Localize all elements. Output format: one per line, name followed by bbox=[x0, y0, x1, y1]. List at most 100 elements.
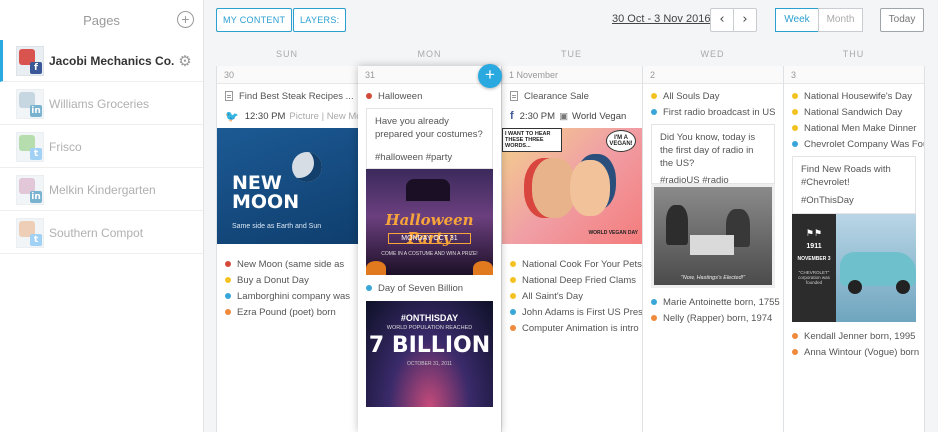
today-button[interactable]: Today bbox=[880, 8, 924, 32]
post-header[interactable]: f 2:30 PM ▣ World Vegan bbox=[502, 106, 642, 126]
event-item[interactable]: Lamborghini company was bbox=[217, 288, 358, 304]
gear-icon[interactable]: ⚙ bbox=[177, 53, 193, 69]
event-label: Halloween bbox=[378, 90, 423, 102]
event-dot bbox=[366, 93, 372, 99]
event-item[interactable]: Clearance Sale bbox=[502, 88, 642, 104]
event-item[interactable]: Anna Wintour (Vogue) born bbox=[784, 344, 924, 360]
image-caption: COME IN A COSTUME AND WIN A PRIZE! bbox=[381, 251, 478, 257]
event-item[interactable]: New Moon (same side as bbox=[217, 256, 358, 272]
event-item[interactable]: Chevrolet Company Was Fou bbox=[784, 136, 924, 152]
post-hashtags: #halloween #party bbox=[375, 152, 453, 163]
event-dot bbox=[510, 325, 516, 331]
page-item-frisco[interactable]: t Frisco bbox=[0, 126, 203, 168]
next-week-button[interactable]: › bbox=[733, 8, 757, 32]
post-image[interactable]: I WANT TO HEAR THESE THREE WORDS... I'M … bbox=[502, 128, 642, 244]
event-item[interactable]: Find Best Steak Recipes ... bbox=[217, 88, 358, 104]
page-item-williams[interactable]: in Williams Groceries bbox=[0, 83, 203, 125]
image-caption: Same side as Earth and Sun bbox=[232, 223, 322, 230]
page-item-southern[interactable]: t Southern Compot bbox=[0, 212, 203, 254]
event-dot bbox=[792, 141, 798, 147]
linkedin-icon: in bbox=[30, 104, 42, 117]
event-item[interactable]: Ezra Pound (poet) born bbox=[217, 304, 358, 320]
image-date: NOVEMBER 3 bbox=[797, 256, 831, 262]
haunted-house-icon bbox=[406, 179, 450, 201]
post-image[interactable]: ⚑⚑ 1911 NOVEMBER 3 "CHEVROLET" corporati… bbox=[792, 214, 916, 322]
post-text[interactable]: Have you already prepared your costumes?… bbox=[366, 108, 493, 169]
pages-sidebar: Pages + f Jacobi Mechanics Co. ⚙ in Will… bbox=[0, 0, 204, 432]
add-post-button[interactable]: + bbox=[478, 64, 502, 88]
page-name: Southern Compot bbox=[49, 225, 144, 240]
post-text[interactable]: Find New Roads with #Chevrolet! #OnThisD… bbox=[792, 156, 916, 214]
calendar-grid: 30 Find Best Steak Recipes ... 🐦 12:30 P… bbox=[204, 66, 938, 432]
twitter-icon: 🐦 bbox=[225, 109, 239, 123]
event-item[interactable]: National Housewife's Day bbox=[784, 88, 924, 104]
event-label: National Housewife's Day bbox=[804, 90, 912, 102]
post-image[interactable]: Halloween Party MONDAY OCT 31 COME IN A … bbox=[366, 169, 493, 275]
event-dot bbox=[792, 333, 798, 339]
event-label: Chevrolet Company Was Fou bbox=[804, 138, 924, 150]
layers-button[interactable]: LAYERS: bbox=[293, 8, 347, 32]
week-view-button[interactable]: Week bbox=[775, 8, 819, 32]
day-headers: SUN MON TUE WED THU bbox=[204, 42, 938, 66]
sidebar-title: Pages bbox=[83, 12, 120, 28]
event-label: Kendall Jenner born, 1995 bbox=[804, 330, 916, 342]
event-item[interactable]: Buy a Donut Day bbox=[217, 272, 358, 288]
event-label: Marie Antoinette born, 1755 bbox=[663, 296, 780, 308]
image-caption: "CHEVROLET" corporation was founded bbox=[798, 270, 830, 285]
post-hashtags: #OnThisDay bbox=[801, 195, 854, 206]
event-dot bbox=[225, 309, 231, 315]
add-page-button[interactable]: + bbox=[177, 11, 194, 28]
event-item[interactable]: National Sandwich Day bbox=[784, 104, 924, 120]
image-tag: #ONTHISDAY bbox=[400, 313, 459, 323]
day-header-sun: SUN bbox=[275, 49, 298, 59]
image-title: NEW MOON bbox=[232, 172, 300, 213]
date-panel: ⚑⚑ 1911 NOVEMBER 3 "CHEVROLET" corporati… bbox=[792, 214, 836, 322]
post-meta: Picture | New Moo bbox=[289, 110, 358, 122]
event-item[interactable]: National Cook For Your Pets bbox=[502, 256, 642, 272]
event-label: Nelly (Rapper) born, 1974 bbox=[663, 312, 773, 324]
event-label: Computer Animation is intro bbox=[522, 322, 639, 334]
event-item[interactable]: Nelly (Rapper) born, 1974 bbox=[643, 310, 783, 326]
post-text[interactable]: Did You know, today is the first day of … bbox=[651, 124, 775, 186]
event-item[interactable]: Day of Seven Billion bbox=[358, 280, 501, 296]
event-item[interactable]: All Souls Day bbox=[643, 88, 783, 104]
table-icon bbox=[690, 235, 734, 255]
event-item[interactable]: First radio broadcast in US bbox=[643, 104, 783, 120]
event-label: Buy a Donut Day bbox=[237, 274, 309, 286]
event-label: New Moon (same side as bbox=[237, 258, 345, 270]
page-name: Frisco bbox=[49, 139, 82, 154]
post-image[interactable]: "Now, Hastings's Elected!" bbox=[651, 184, 775, 288]
event-item[interactable]: National Deep Fried Clams bbox=[502, 272, 642, 288]
pumpkin-icon bbox=[366, 261, 386, 275]
event-item[interactable]: Kendall Jenner born, 1995 bbox=[784, 328, 924, 344]
post-image[interactable]: NEW MOON Same side as Earth and Sun bbox=[217, 128, 358, 244]
month-view-button[interactable]: Month bbox=[818, 8, 863, 32]
event-item[interactable]: John Adams is First US Pres bbox=[502, 304, 642, 320]
post-image-2[interactable]: #ONTHISDAY WORLD POPULATION REACHED 7 BI… bbox=[366, 301, 493, 407]
page-item-melkin[interactable]: in Melkin Kindergarten bbox=[0, 169, 203, 211]
sidebar-header: Pages + bbox=[0, 0, 203, 40]
page-item-jacobi[interactable]: f Jacobi Mechanics Co. ⚙ bbox=[0, 40, 203, 82]
facebook-icon: f bbox=[30, 61, 42, 74]
day-column-sun: 30 Find Best Steak Recipes ... 🐦 12:30 P… bbox=[216, 66, 359, 432]
event-label: All Saint's Day bbox=[522, 290, 583, 302]
event-label: National Deep Fried Clams bbox=[522, 274, 637, 286]
post-header[interactable]: 🐦 12:30 PM Picture | New Moo bbox=[217, 106, 358, 126]
event-item[interactable]: Marie Antoinette born, 1755 bbox=[643, 294, 783, 310]
event-item[interactable]: All Saint's Day bbox=[502, 288, 642, 304]
image-date: OCTOBER 31, 2011 bbox=[406, 361, 453, 367]
event-item[interactable]: Computer Animation is intro bbox=[502, 320, 642, 336]
event-item[interactable]: Halloween bbox=[358, 88, 501, 104]
event-item[interactable]: National Men Make Dinner bbox=[784, 120, 924, 136]
page-name: Melkin Kindergarten bbox=[49, 182, 156, 197]
day-header-mon: MON bbox=[417, 49, 442, 59]
day-number: 3 bbox=[784, 66, 924, 84]
comic-face-icon bbox=[570, 160, 610, 216]
my-content-button[interactable]: MY CONTENT bbox=[216, 8, 293, 32]
date-range-link[interactable]: 30 Oct - 3 Nov 2016 bbox=[612, 13, 710, 25]
event-dot bbox=[792, 93, 798, 99]
post-line: Did You know, today is the first day of … bbox=[660, 132, 756, 169]
page-list: f Jacobi Mechanics Co. ⚙ in Williams Gro… bbox=[0, 40, 203, 254]
event-label: Find Best Steak Recipes ... bbox=[239, 90, 354, 102]
prev-week-button[interactable]: ‹ bbox=[710, 8, 734, 32]
